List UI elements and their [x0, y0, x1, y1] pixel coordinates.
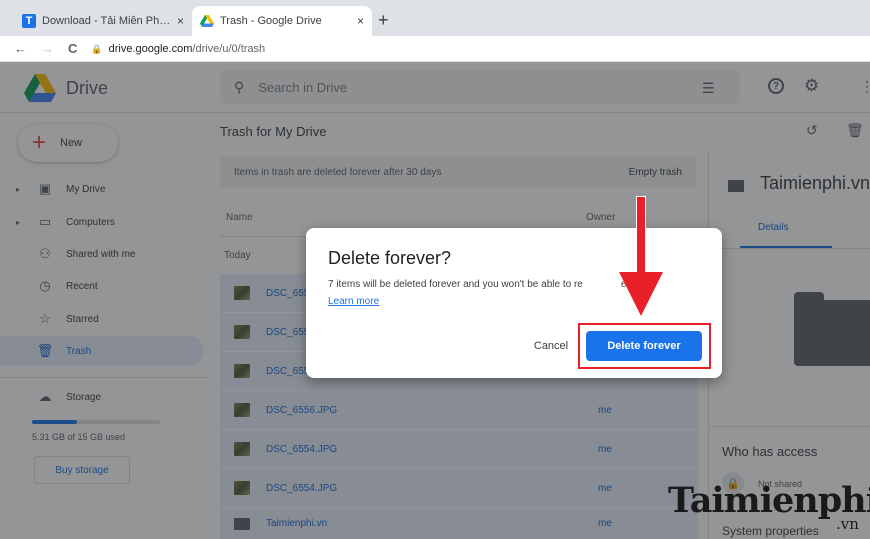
taimienphi-watermark-suffix: .vn — [836, 515, 859, 533]
browser-tab-drive-trash[interactable]: Trash - Google Drive × — [192, 6, 372, 36]
taimienphi-favicon-icon: T — [22, 14, 36, 28]
url-field[interactable]: 🔒 drive.google.com/drive/u/0/trash — [91, 43, 265, 55]
lock-icon: 🔒 — [91, 43, 103, 54]
url-path: /drive/u/0/trash — [192, 42, 266, 55]
highlight-box — [578, 323, 711, 369]
close-tab-icon[interactable]: × — [357, 14, 364, 28]
cancel-button[interactable]: Cancel — [526, 334, 576, 358]
annotation-arrow-shaft — [636, 196, 646, 282]
new-tab-button[interactable]: + — [378, 10, 389, 31]
tab-title: Trash - Google Drive — [220, 15, 322, 27]
annotation-arrow-head-icon — [619, 272, 663, 316]
reload-icon[interactable]: C — [68, 41, 77, 56]
address-bar: ← → C 🔒 drive.google.com/drive/u/0/trash — [0, 36, 870, 62]
tab-title: Download - Tải Miễn Phí VN - Ph — [42, 15, 171, 27]
dialog-message: 7 items will be deleted forever and you … — [328, 279, 638, 290]
dialog-message-start: 7 items will be deleted forever and you … — [328, 279, 583, 290]
learn-more-link[interactable]: Learn more — [328, 296, 379, 307]
drive-favicon-icon — [200, 14, 214, 28]
close-tab-icon[interactable]: × — [177, 14, 184, 28]
forward-icon[interactable]: → — [41, 41, 54, 56]
back-icon[interactable]: ← — [14, 41, 27, 56]
browser-tab-taimienphi[interactable]: T Download - Tải Miễn Phí VN - Ph × — [14, 6, 192, 36]
url-host: drive.google.com — [108, 42, 193, 55]
dialog-title: Delete forever? — [328, 248, 452, 268]
